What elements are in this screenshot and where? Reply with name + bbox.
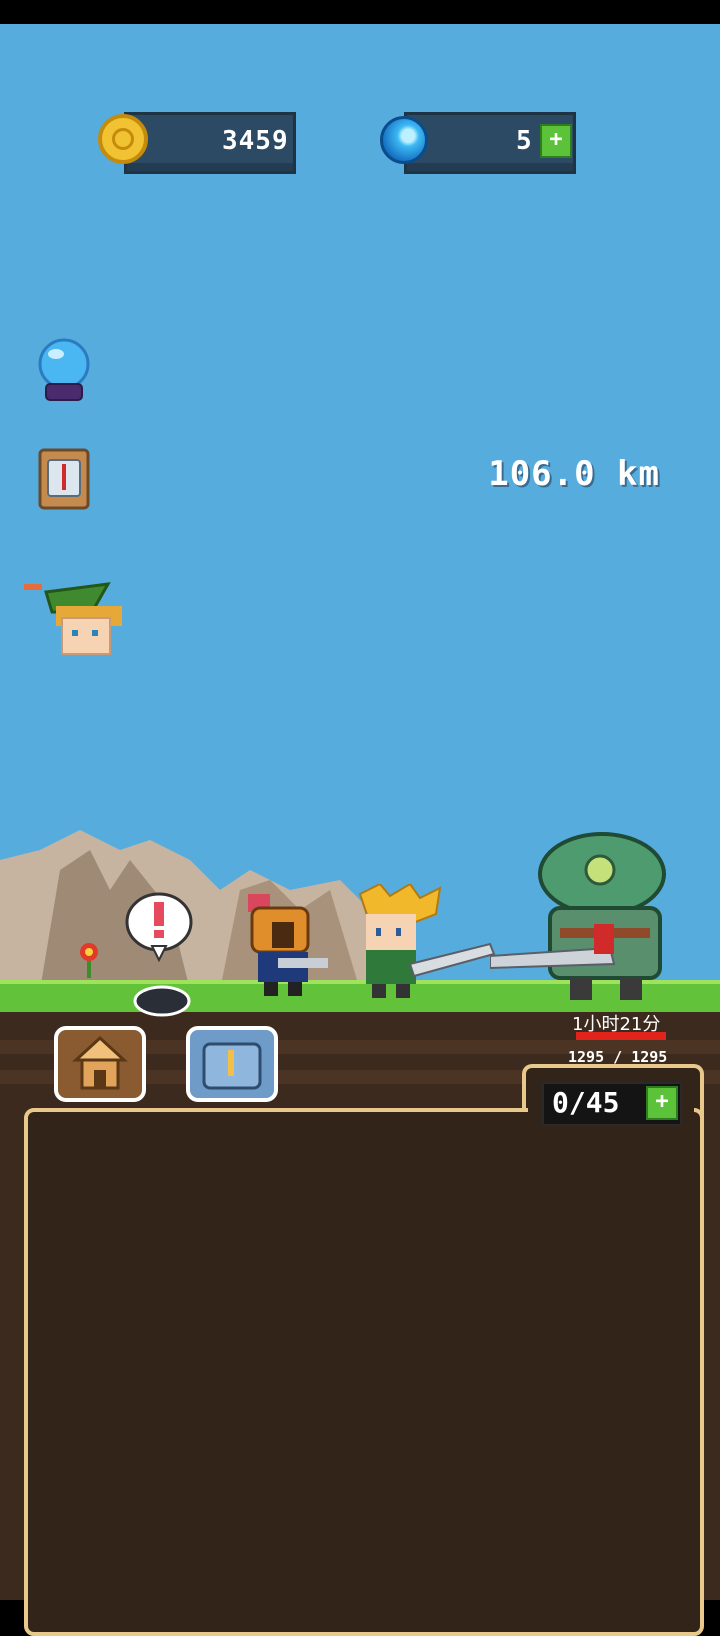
coin-icon (98, 114, 148, 164)
chest-icon (202, 1042, 262, 1090)
crystal-ball-icon[interactable] (36, 338, 92, 408)
distance-readout: 106.0 km (488, 454, 660, 494)
enemy-hp-bar (576, 1032, 666, 1040)
flower-icon (80, 943, 98, 978)
gem-count: 5 (516, 126, 533, 156)
hole-marker (133, 985, 191, 1017)
house-tab-button[interactable] (54, 1026, 146, 1102)
coin-count: 3459 (222, 126, 289, 156)
swordsman-hero (358, 884, 496, 998)
status-bar (0, 0, 720, 24)
inventory-panel (24, 1108, 704, 1636)
house-icon (72, 1035, 128, 1090)
hero-head-icon[interactable] (22, 578, 126, 662)
expand-inventory-button[interactable]: + (646, 1086, 678, 1120)
chest-tab-button[interactable] (186, 1026, 278, 1102)
compass-icon[interactable] (38, 448, 90, 514)
add-gems-button[interactable]: + (540, 124, 572, 158)
frog-warrior-enemy (490, 832, 666, 1000)
inventory-capacity: 0/45 (552, 1086, 620, 1119)
gem-icon (380, 116, 428, 164)
knight-hero (248, 894, 328, 996)
alert-bubble-icon[interactable] (124, 892, 194, 966)
